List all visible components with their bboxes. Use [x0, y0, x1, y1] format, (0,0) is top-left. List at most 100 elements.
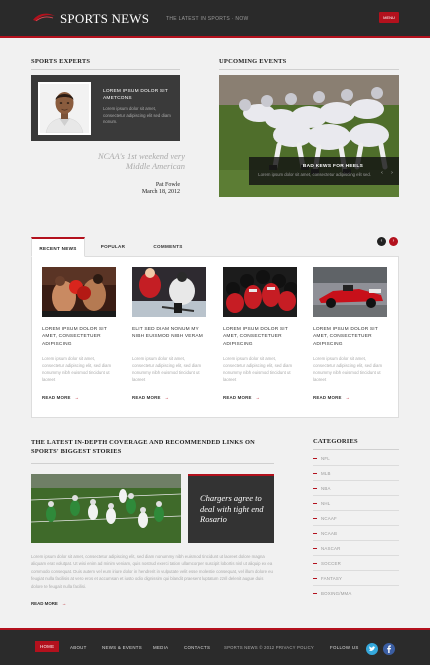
- site-logo[interactable]: SPORTS NEWS: [60, 11, 149, 27]
- site-footer: HOME ABOUT NEWS & EVENTS MEDIA CONTACTS …: [0, 628, 430, 665]
- read-more-link[interactable]: READ MORE →: [223, 395, 297, 400]
- category-nba[interactable]: NBA: [313, 481, 399, 496]
- event-caption-text: Lorem ipsum dolor sit amet, consectetur …: [258, 172, 371, 177]
- category-nhl[interactable]: NHL: [313, 496, 399, 511]
- expert-quote: NCAA's 1st weekend very Middle American: [97, 151, 185, 171]
- news-excerpt: Lorem ipsum dolor sit amet, consectetur …: [42, 356, 112, 382]
- news-item: ELIT SED DIAM NONUM MY NIBH EUISMOD NIBH…: [132, 267, 206, 400]
- news-item: LOREM IPSUM DOLOR SIT AMET, CONSECTETUER…: [313, 267, 387, 400]
- categories-divider: [313, 449, 399, 450]
- site-tagline: THE LATEST IN SPORTS · NOW: [166, 16, 249, 22]
- bullet-dash-icon: [313, 593, 317, 595]
- news-item: LOREM IPSUM DOLOR SIT AMET, CONSECTETUER…: [223, 267, 297, 400]
- read-more-label: READ MORE: [313, 395, 342, 400]
- footer-nav-contacts[interactable]: CONTACTS: [184, 645, 210, 650]
- racing-thumbnail[interactable]: [313, 267, 387, 317]
- bullet-dash-icon: [313, 503, 317, 505]
- events-heading: UPCOMING EVENTS: [219, 58, 287, 65]
- news-title[interactable]: LOREM IPSUM DOLOR SIT AMET, CONSECTETUER…: [313, 326, 387, 350]
- category-nfl[interactable]: NFL: [313, 451, 399, 466]
- twitter-icon[interactable]: [366, 643, 378, 655]
- bullet-dash-icon: [313, 563, 317, 565]
- arrow-right-icon: →: [345, 395, 351, 400]
- category-label: FANTASY: [321, 576, 343, 581]
- football-field-image[interactable]: [31, 474, 181, 543]
- news-title[interactable]: ELIT SED DIAM NONUM MY NIBH EUISMOD NIBH…: [132, 326, 206, 350]
- events-divider: [219, 69, 399, 70]
- category-soccer[interactable]: SOCCER: [313, 556, 399, 571]
- tab-recent-news[interactable]: RECENT NEWS: [31, 237, 85, 257]
- category-label: NCAAF: [321, 516, 337, 521]
- news-excerpt: Lorem ipsum dolor sit amet, consectetur …: [313, 356, 383, 382]
- expert-photo: [38, 82, 91, 135]
- tabs-next-icon[interactable]: ›: [389, 237, 398, 246]
- category-boxing-mma[interactable]: BOXING/MMA: [313, 586, 399, 601]
- news-excerpt: Lorem ipsum dolor sit amet, consectetur …: [223, 356, 293, 382]
- category-ncaaf[interactable]: NCAAF: [313, 511, 399, 526]
- coverage-divider: [31, 463, 274, 464]
- category-label: NBA: [321, 486, 331, 491]
- quote-author: Pat Fowle: [155, 182, 180, 188]
- expert-name[interactable]: LOREM IPSUM DOLOR SIT AMETCONS: [103, 88, 175, 102]
- news-title[interactable]: LOREM IPSUM DOLOR SIT AMET, CONSECTETUER…: [223, 326, 297, 350]
- category-label: NCAAB: [321, 531, 338, 536]
- slider-prev-icon[interactable]: ‹: [378, 169, 386, 177]
- arrow-right-icon: →: [164, 395, 170, 400]
- read-more-link[interactable]: READ MORE →: [132, 395, 206, 400]
- menu-button[interactable]: MENU: [379, 12, 399, 23]
- tab-comments[interactable]: COMMENTS: [142, 237, 194, 257]
- bullet-dash-icon: [313, 578, 317, 580]
- category-fantasy[interactable]: FANTASY: [313, 571, 399, 586]
- footer-nav-about[interactable]: ABOUT: [70, 645, 87, 650]
- site-header: SPORTS NEWS THE LATEST IN SPORTS · NOW M…: [0, 0, 430, 38]
- headline-card[interactable]: Chargers agree to deal with tight end Ro…: [188, 474, 274, 543]
- boxing-thumbnail[interactable]: [42, 267, 116, 317]
- read-more-link[interactable]: READ MORE →: [42, 395, 116, 400]
- category-label: NASCAR: [321, 546, 341, 551]
- expert-avatar-image: [40, 84, 89, 133]
- headline-card-text: Chargers agree to deal with tight end Ro…: [200, 493, 264, 524]
- arrow-right-icon: →: [255, 395, 261, 400]
- expert-description: Lorem ipsum dolor sit amet, consectetur …: [103, 106, 171, 124]
- news-excerpt: Lorem ipsum dolor sit amet, consectetur …: [132, 356, 202, 382]
- bullet-dash-icon: [313, 488, 317, 490]
- footer-follow-label: FOLLOW US: [330, 645, 359, 650]
- tab-popular[interactable]: POPULAR: [88, 237, 138, 257]
- category-ncaab[interactable]: NCAAB: [313, 526, 399, 541]
- logo-swoosh-icon: [33, 13, 55, 22]
- news-item: LOREM IPSUM DOLOR SIT AMET, CONSECTETUER…: [42, 267, 116, 400]
- tabs-prev-icon[interactable]: ‹: [377, 237, 386, 246]
- experts-divider: [31, 69, 180, 70]
- expert-card: LOREM IPSUM DOLOR SIT AMETCONS Lorem ips…: [31, 75, 180, 141]
- coverage-read-more-link[interactable]: READ MORE →: [31, 601, 66, 606]
- footer-nav-news-events[interactable]: NEWS & EVENTS: [102, 645, 142, 650]
- hockey-thumbnail[interactable]: [132, 267, 206, 317]
- footer-nav-home[interactable]: HOME: [35, 641, 60, 652]
- footer-copyright: SPORTS NEWS © 2012 PRIVACY POLICY: [224, 645, 315, 650]
- news-title[interactable]: LOREM IPSUM DOLOR SIT AMET, CONSECTETUER…: [42, 326, 116, 350]
- event-caption-title[interactable]: BAD KEWS FOR HEELS: [277, 164, 389, 169]
- category-label: NFL: [321, 456, 330, 461]
- read-more-link[interactable]: READ MORE →: [313, 395, 387, 400]
- event-caption: BAD KEWS FOR HEELS Lorem ipsum dolor sit…: [249, 157, 399, 185]
- arrow-right-icon: →: [61, 601, 67, 606]
- category-label: SOCCER: [321, 561, 341, 566]
- category-mlb[interactable]: MLB: [313, 466, 399, 481]
- bullet-dash-icon: [313, 473, 317, 475]
- arrow-right-icon: →: [74, 395, 80, 400]
- category-nascar[interactable]: NASCAR: [313, 541, 399, 556]
- category-label: BOXING/MMA: [321, 591, 352, 596]
- category-label: MLB: [321, 471, 331, 476]
- event-slider[interactable]: BAD KEWS FOR HEELS Lorem ipsum dolor sit…: [219, 75, 399, 197]
- quote-date: March 18, 2012: [141, 189, 180, 195]
- coverage-heading: THE LATEST IN-DEPTH COVERAGE AND RECOMME…: [31, 439, 255, 455]
- footer-nav-media[interactable]: MEDIA: [153, 645, 168, 650]
- facebook-icon[interactable]: [383, 643, 395, 655]
- team-thumbnail[interactable]: [223, 267, 297, 317]
- bullet-dash-icon: [313, 533, 317, 535]
- read-more-label: READ MORE: [42, 395, 71, 400]
- bullet-dash-icon: [313, 518, 317, 520]
- coverage-paragraph: Lorem ipsum dolor sit amet, consectetur …: [31, 554, 273, 589]
- slider-next-icon[interactable]: ›: [388, 169, 396, 177]
- bullet-dash-icon: [313, 548, 317, 550]
